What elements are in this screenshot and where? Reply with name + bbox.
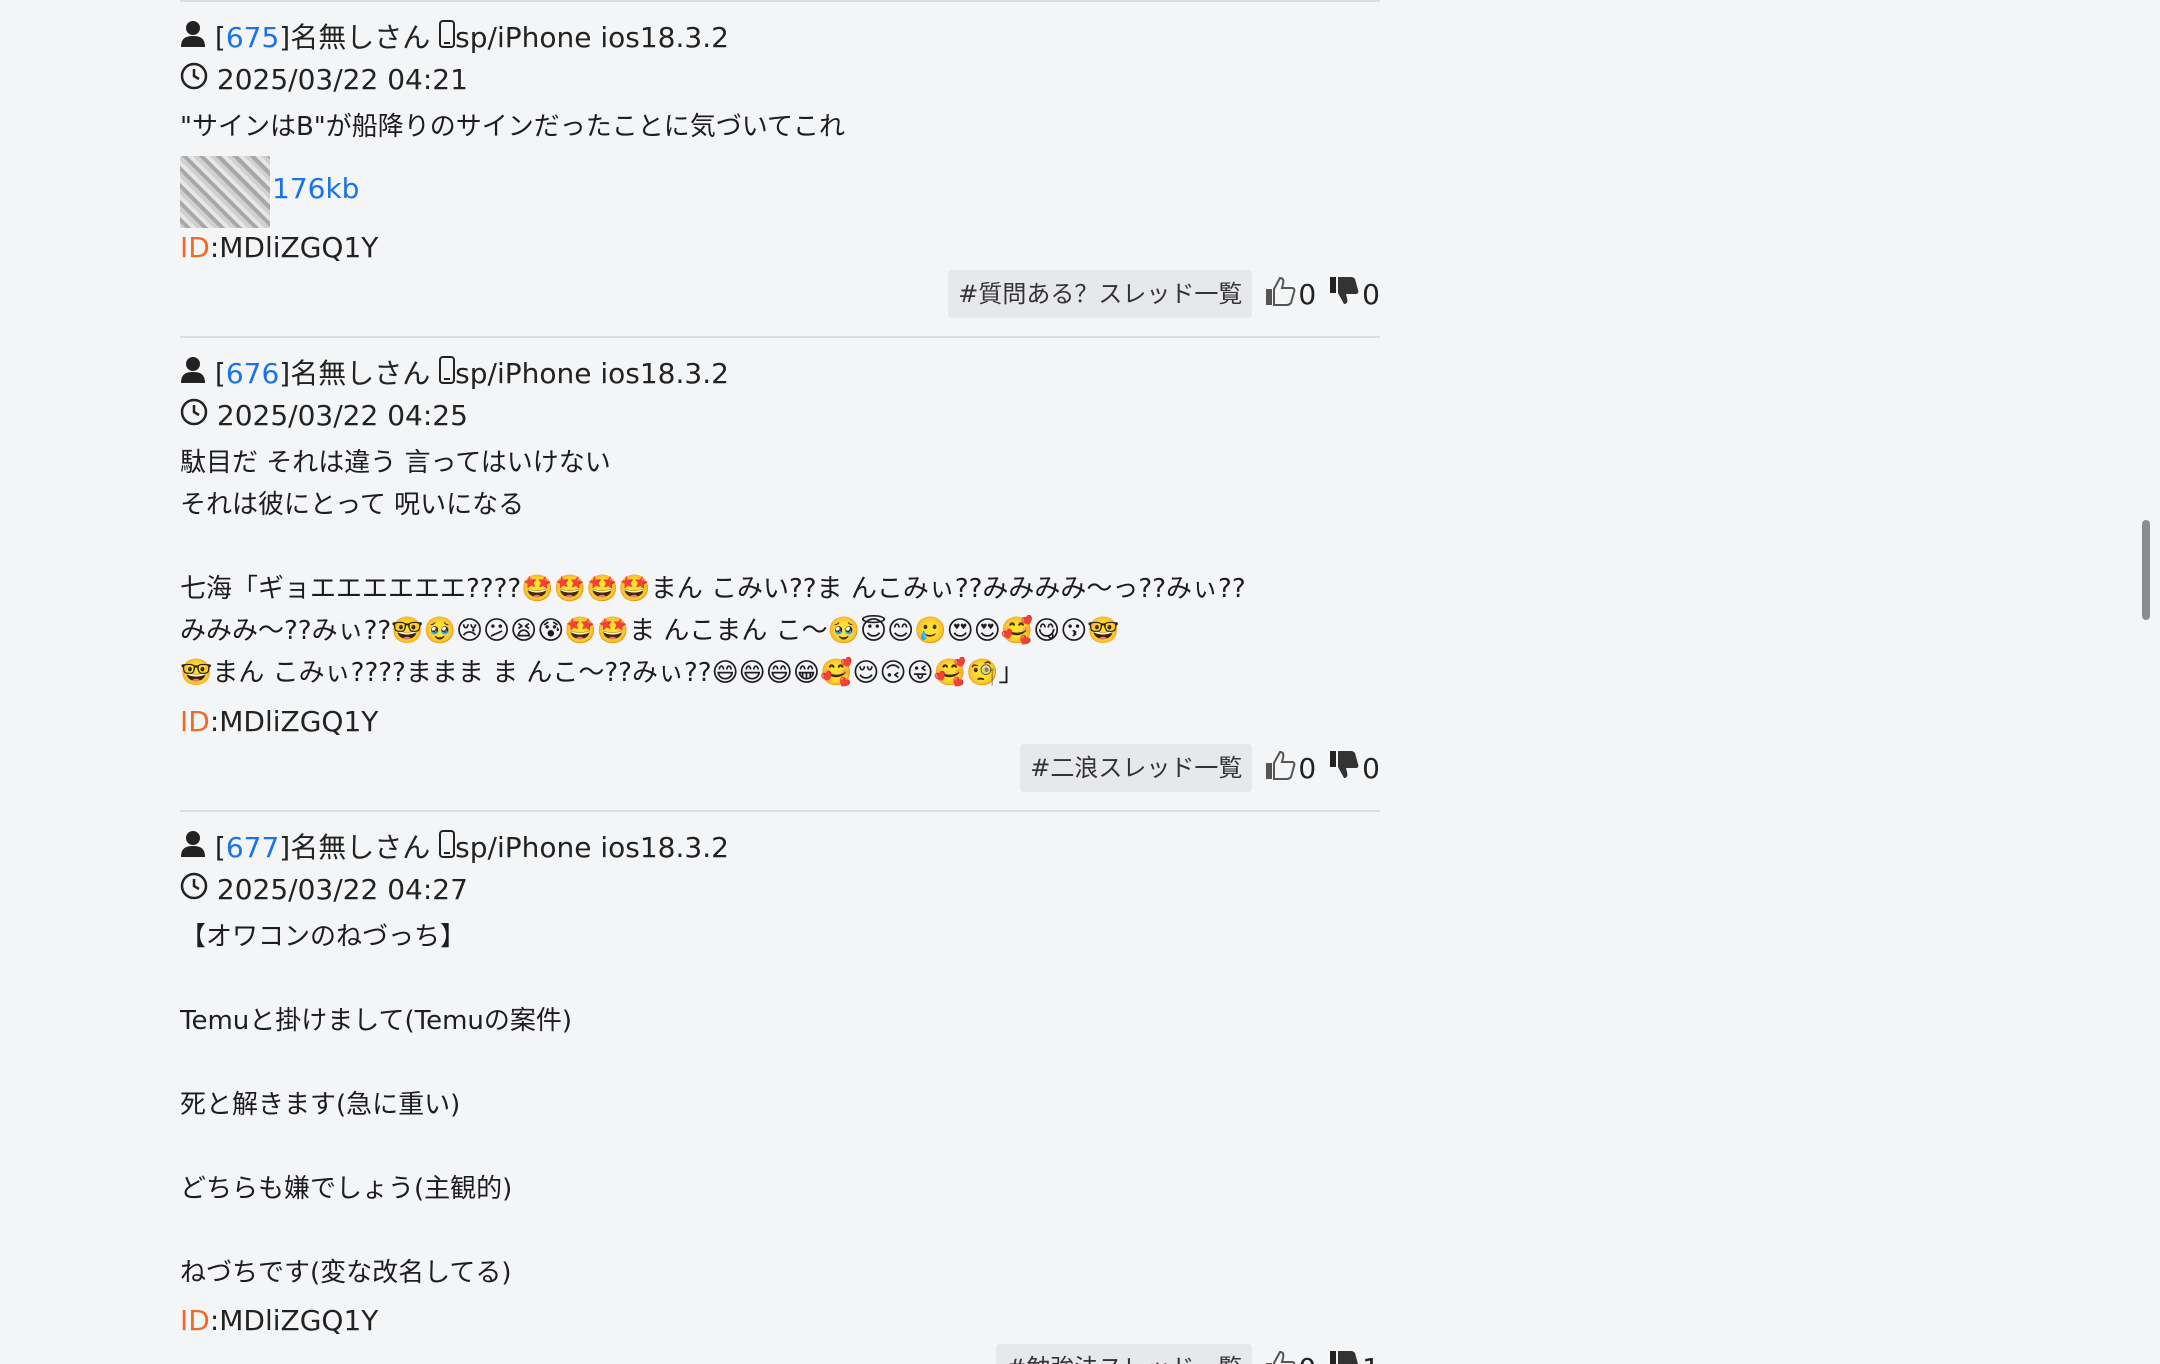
user-icon bbox=[180, 354, 206, 396]
post-body: 駄目だ それは違う 言ってはいけない それは彼にとって 呪いになる 七海「ギョエ… bbox=[180, 448, 1246, 688]
clock-icon bbox=[180, 870, 208, 912]
like-button[interactable]: 0 bbox=[1264, 276, 1316, 313]
like-button[interactable]: 0 bbox=[1264, 1350, 1316, 1364]
clock-icon bbox=[180, 60, 208, 102]
post-header: [677]名無しさん sp/iPhone ios18.3.2 bbox=[180, 827, 729, 870]
post-676: [676]名無しさん sp/iPhone ios18.3.2 2025/03/2… bbox=[180, 338, 1380, 810]
thumbs-up-icon bbox=[1264, 750, 1296, 787]
post-body: 【オワコンのねづっち】 Temuと掛けまして(Temuの案件) 死と解きます(急… bbox=[180, 922, 573, 1288]
thread-tag-link[interactable]: #二浪スレッド一覧 bbox=[1020, 744, 1253, 792]
attachment-thumbnail[interactable] bbox=[180, 156, 270, 228]
dislike-count: 1 bbox=[1362, 1352, 1380, 1364]
id-label[interactable]: ID bbox=[180, 1304, 210, 1337]
id-value: :MDliZGQ1Y bbox=[209, 705, 379, 738]
id-value: :MDliZGQ1Y bbox=[209, 231, 379, 264]
id-label[interactable]: ID bbox=[180, 231, 210, 264]
user-icon bbox=[180, 18, 206, 60]
thumbs-up-icon bbox=[1264, 1350, 1296, 1364]
post-number-link[interactable]: 675 bbox=[226, 21, 279, 54]
smartphone-icon bbox=[439, 18, 456, 60]
user-icon bbox=[180, 828, 206, 870]
device-info: sp/iPhone ios18.3.2 bbox=[455, 357, 729, 390]
poster-id-row: ID:MDliZGQ1Y bbox=[180, 227, 378, 269]
post-datetime-row: 2025/03/22 04:27 bbox=[180, 869, 468, 912]
thumbs-down-icon bbox=[1328, 1350, 1360, 1364]
thread-tag-link[interactable]: #勉強法スレッド一覧 bbox=[996, 1344, 1253, 1364]
post-header: [676]名無しさん sp/iPhone ios18.3.2 bbox=[180, 353, 729, 396]
poster-id-row: ID:MDliZGQ1Y bbox=[180, 1300, 378, 1342]
post-datetime: 2025/03/22 04:25 bbox=[216, 399, 468, 432]
like-count: 0 bbox=[1298, 751, 1317, 785]
dislike-button[interactable]: 1 bbox=[1328, 1350, 1380, 1364]
post-datetime: 2025/03/22 04:21 bbox=[216, 63, 468, 96]
post-footer: #勉強法スレッド一覧 0 1 bbox=[996, 1344, 1380, 1364]
thumbs-up-icon bbox=[1264, 276, 1296, 313]
id-label[interactable]: ID bbox=[180, 705, 210, 738]
post-datetime-row: 2025/03/22 04:25 bbox=[180, 395, 468, 438]
post-number-link[interactable]: 677 bbox=[226, 831, 279, 864]
post-677: [677]名無しさん sp/iPhone ios18.3.2 2025/03/2… bbox=[180, 812, 1380, 1364]
id-value: :MDliZGQ1Y bbox=[209, 1304, 379, 1337]
post-datetime-row: 2025/03/22 04:21 bbox=[180, 59, 468, 102]
thumbs-down-icon bbox=[1328, 750, 1360, 787]
like-count: 0 bbox=[1298, 277, 1317, 311]
dislike-count: 0 bbox=[1362, 751, 1380, 785]
dislike-button[interactable]: 0 bbox=[1328, 276, 1380, 313]
post-datetime: 2025/03/22 04:27 bbox=[216, 873, 468, 906]
poster-name: 名無しさん bbox=[290, 357, 431, 390]
like-count: 0 bbox=[1298, 1352, 1316, 1364]
post-number-link[interactable]: 676 bbox=[226, 357, 279, 390]
smartphone-icon bbox=[439, 828, 456, 870]
poster-name: 名無しさん bbox=[290, 21, 431, 54]
post-footer: #二浪スレッド一覧 0 0 bbox=[1020, 744, 1380, 792]
device-info: sp/iPhone ios18.3.2 bbox=[455, 831, 729, 864]
dislike-button[interactable]: 0 bbox=[1328, 750, 1380, 787]
dislike-count: 0 bbox=[1362, 277, 1380, 311]
post-body: "サインはB"が船降りのサインだったことに気づいてこれ bbox=[180, 112, 845, 142]
post-675: [675]名無しさん sp/iPhone ios18.3.2 2025/03/2… bbox=[180, 0, 1380, 336]
thumbs-down-icon bbox=[1328, 276, 1360, 313]
smartphone-icon bbox=[439, 354, 456, 396]
poster-id-row: ID:MDliZGQ1Y bbox=[180, 701, 378, 743]
device-info: sp/iPhone ios18.3.2 bbox=[455, 21, 729, 54]
clock-icon bbox=[180, 396, 208, 438]
thread-tag-link[interactable]: #質問ある？スレッド一覧 bbox=[948, 270, 1253, 318]
poster-name: 名無しさん bbox=[290, 831, 431, 864]
like-button[interactable]: 0 bbox=[1264, 750, 1316, 787]
attachment-size-link[interactable]: 176kb bbox=[272, 168, 359, 210]
post-footer: #質問ある？スレッド一覧 0 0 bbox=[948, 270, 1380, 318]
scrollbar-thumb[interactable] bbox=[2142, 520, 2150, 620]
post-header: [675]名無しさん sp/iPhone ios18.3.2 bbox=[180, 17, 729, 60]
